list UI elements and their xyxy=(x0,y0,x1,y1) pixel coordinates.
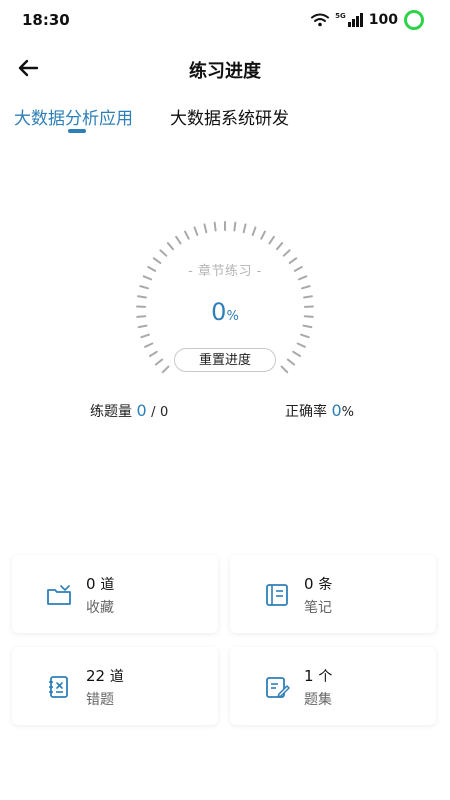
tab-big-data-analysis[interactable]: 大数据分析应用 xyxy=(14,104,133,129)
edit-doc-icon xyxy=(266,677,290,698)
wrong-questions-count-value: 22 xyxy=(86,667,106,685)
question-sets-count-value: 1 xyxy=(304,667,314,685)
gauge-tick xyxy=(280,365,289,374)
favorites-card[interactable]: 0 道 收藏 xyxy=(12,555,218,633)
error-list-icon xyxy=(49,676,68,698)
accuracy-stat: 正确率 0% xyxy=(285,401,354,421)
gauge-tick xyxy=(161,365,170,374)
gauge-percent-value: 0 xyxy=(211,298,227,326)
notes-count: 0 条 xyxy=(304,574,332,594)
accuracy-label: 正确率 xyxy=(285,404,327,420)
practice-total-value: 0 xyxy=(159,405,169,420)
gauge-tick xyxy=(175,235,182,245)
subject-tabs: 大数据分析应用 大数据系统研发 xyxy=(0,96,450,136)
accuracy-value: 0 xyxy=(331,401,342,420)
signal-label: 5G xyxy=(335,12,346,20)
question-sets-count: 1 个 xyxy=(304,666,332,686)
gauge-tick xyxy=(140,333,150,339)
notes-card[interactable]: 0 条 笔记 xyxy=(230,555,436,633)
gauge-tick xyxy=(300,285,311,290)
status-icons: 5G 100 xyxy=(311,8,424,32)
practice-count-stat: 练题量 0 / 0 xyxy=(90,401,168,421)
wrong-questions-count-unit: 道 xyxy=(109,669,124,685)
notes-count-unit: 条 xyxy=(318,577,333,593)
favorites-count-value: 0 xyxy=(86,575,96,593)
folder-icon xyxy=(47,585,71,605)
status-time: 18:30 xyxy=(22,11,70,29)
practice-done-value: 0 xyxy=(136,401,147,420)
gauge-tick xyxy=(203,223,208,234)
gauge-tick xyxy=(184,230,190,240)
favorites-label: 收藏 xyxy=(86,600,114,616)
wrong-questions-label: 错题 xyxy=(86,692,114,708)
practice-separator: / xyxy=(151,405,156,420)
notes-count-value: 0 xyxy=(304,575,314,593)
gauge-tick xyxy=(233,221,237,232)
app-header: 练习进度 xyxy=(0,45,450,91)
favorites-count-unit: 道 xyxy=(100,577,115,593)
gauge-tick xyxy=(166,242,175,251)
practice-count-label: 练题量 xyxy=(90,404,132,420)
wrong-questions-card[interactable]: 22 道 错题 xyxy=(12,647,218,725)
gauge-tick xyxy=(193,226,199,236)
page-title: 练习进度 xyxy=(189,61,261,82)
gauge-tick xyxy=(159,249,168,257)
question-sets-card[interactable]: 1 个 题集 xyxy=(230,647,436,725)
gauge-tick xyxy=(286,358,296,366)
gauge-label: - 章节练习 - xyxy=(188,264,262,279)
signal-icon: 5G xyxy=(335,13,363,27)
gauge-tick xyxy=(300,333,310,339)
gauge-tick xyxy=(282,249,291,257)
gauge-tick xyxy=(144,342,154,348)
gauge-value: 0% xyxy=(120,298,330,326)
gauge-tick xyxy=(148,350,158,357)
gauge-percent-unit: % xyxy=(226,309,239,324)
gauge-tick xyxy=(292,350,302,357)
question-sets-label: 题集 xyxy=(304,692,332,708)
gauge-tick xyxy=(242,223,247,234)
gauge-tick xyxy=(213,221,217,232)
accuracy-unit: % xyxy=(341,405,354,420)
notebook-icon xyxy=(266,584,288,606)
favorites-count: 0 道 xyxy=(86,574,114,594)
gauge-tick xyxy=(251,226,257,236)
battery-icon xyxy=(404,10,424,30)
notes-label: 笔记 xyxy=(304,600,332,616)
gauge-tick xyxy=(139,285,150,290)
battery-level: 100 xyxy=(368,12,398,28)
gauge-tick xyxy=(296,342,306,348)
tab-active-indicator xyxy=(68,129,86,133)
tab-big-data-system[interactable]: 大数据系统研发 xyxy=(170,104,289,129)
gauge-tick xyxy=(260,230,266,240)
gauge-tick xyxy=(268,235,275,245)
reset-progress-button[interactable]: 重置进度 xyxy=(174,348,276,372)
status-bar: 18:30 5G 100 xyxy=(0,0,450,40)
wifi-icon xyxy=(311,13,330,27)
gauge-tick xyxy=(154,358,164,366)
gauge-tick xyxy=(275,242,284,251)
question-sets-count-unit: 个 xyxy=(318,669,333,685)
wrong-questions-count: 22 道 xyxy=(86,666,124,686)
